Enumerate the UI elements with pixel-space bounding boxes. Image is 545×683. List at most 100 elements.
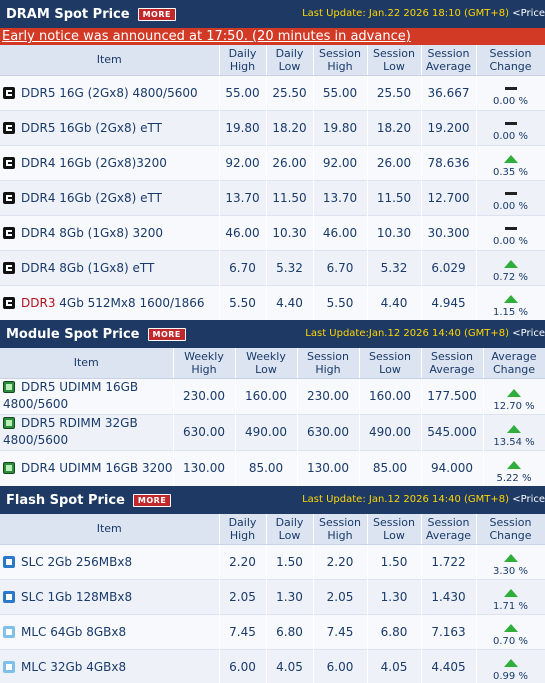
item-name[interactable]: DDR4 16Gb (2Gx8)3200 [21,156,167,170]
change-indicator: 1.71 % [477,580,545,613]
flash-table-row[interactable]: MLC 32Gb 4GBx8 6.00 4.05 6.00 4.05 4.405 0.99 … [0,648,545,683]
dram-table-row[interactable]: DDR4 8Gb (1Gx8) 3200 46.00 10.30 46.00 10.30… [0,214,545,250]
item-cell[interactable]: SLC 1Gb 128MBx8 [0,578,220,614]
module-last-update: Last Update:Jan.12 2026 14:40 (GMT+8) <P… [305,328,545,339]
change-value: 1.15 % [493,307,528,319]
up-arrow-icon [503,155,518,163]
dram-table-row[interactable]: DDR5 16G (2Gx8) 4800/5600 55.00 25.50 55.00… [0,74,545,110]
module-price-link[interactable]: <Price [512,328,545,339]
flash-more-button[interactable]: MORE [132,493,172,507]
item-cell[interactable]: DDR4 8Gb (1Gx8) eTT [0,249,220,285]
value-cell: 19.200 [421,109,477,145]
value-cell: 92.00 [219,144,267,180]
dram-table-row[interactable]: DDR5 16Gb (2Gx8) eTT 19.80 18.20 19.80 18.20… [0,109,545,145]
item-label: DDR4 16Gb (2Gx8)3200 [21,155,167,170]
value-cell: 4.40 [266,284,314,320]
value-cell: 4.05 [266,648,314,683]
value-cell: 230.00 [297,377,360,414]
value-cell: 1.722 [421,543,477,579]
item-cell[interactable]: SLC 2Gb 256MBx8 [0,543,220,579]
item-cell[interactable]: MLC 64Gb 8GBx8 [0,613,220,649]
item-name[interactable]: DDR4 8Gb (1Gx8) 3200 [21,226,163,240]
change-indicator: 0.00 % [477,181,545,214]
module-table-row[interactable]: DDR4 UDIMM 16GB 3200 130.00 85.00 130.00 85.… [0,449,545,486]
item-name[interactable]: MLC 64Gb 8GBx8 [21,625,126,639]
item-name[interactable]: DDR5 16G (2Gx8) 4800/5600 [21,86,198,100]
value-cell: 10.30 [266,214,314,250]
early-notice-link[interactable]: Early notice was announced at 17:50. (20… [0,28,545,45]
up-arrow-icon [503,295,518,304]
value-cell: 25.50 [266,74,314,110]
value-cell: 1.30 [266,578,314,614]
value-cell: 6.00 [313,648,368,683]
flash-table-row[interactable]: SLC 2Gb 256MBx8 2.20 1.50 2.20 1.50 1.722 3.30… [0,543,545,579]
change-cell: 0.00 % [476,109,545,145]
dram-more-button[interactable]: MORE [137,7,176,21]
item-name[interactable]: DDR5 UDIMM 16GB 4800/5600 [3,380,138,411]
value-cell: 55.00 [313,74,368,110]
item-cell[interactable]: DDR4 UDIMM 16GB 3200 [0,449,174,486]
item-name[interactable]: DDR5 16Gb (2Gx8) eTT [21,121,162,135]
change-indicator: 0.35 % [477,146,545,179]
item-label: DDR4 16Gb (2Gx8) eTT [21,190,162,205]
module-table-row[interactable]: DDR5 UDIMM 16GB 4800/5600 230.00 160.00 230… [0,377,545,414]
col-header: Session High [297,348,360,379]
value-cell: 46.00 [313,214,368,250]
dram-table-row[interactable]: DDR3 4Gb 512Mx8 1600/1866 5.50 4.40 5.50 4.4… [0,284,545,320]
value-cell: 25.50 [367,74,422,110]
value-cell: 2.20 [219,543,267,579]
module-more-button[interactable]: MORE [147,327,186,341]
item-cell[interactable]: DDR5 16G (2Gx8) 4800/5600 [0,74,220,110]
item-name[interactable]: DDR4 16Gb (2Gx8) eTT [21,191,162,205]
item-name[interactable]: DDR4 8Gb (1Gx8) eTT [21,261,154,275]
col-header: Session Low [367,514,422,545]
dram-table-row[interactable]: DDR4 16Gb (2Gx8)3200 92.00 26.00 92.00 26.00… [0,144,545,180]
item-label: DDR4 8Gb (1Gx8) 3200 [21,225,164,240]
item-name[interactable]: SLC 2Gb 256MBx8 [21,555,132,569]
item-name[interactable]: DDR4 UDIMM 16GB 3200 [21,461,172,475]
item-name[interactable]: SLC 1Gb 128MBx8 [21,590,132,604]
up-arrow-icon [507,388,521,397]
item-cell[interactable]: MLC 32Gb 4GBx8 [0,648,220,683]
dram-price-link[interactable]: <Price [512,8,545,19]
item-label: SLC 1Gb 128MBx8 [21,589,133,604]
change-indicator: 13.54 % [484,415,545,449]
change-value: 0.00 % [493,130,528,142]
dram-table-row[interactable]: DDR4 16Gb (2Gx8) eTT 13.70 11.50 13.70 11.50… [0,179,545,215]
change-cell: 0.70 % [476,613,545,649]
flash-table-row[interactable]: SLC 1Gb 128MBx8 2.05 1.30 2.05 1.30 1.430 1.71… [0,578,545,614]
up-arrow-icon [507,460,521,469]
item-cell[interactable]: DDR4 16Gb (2Gx8) eTT [0,179,220,215]
item-cell[interactable]: DDR4 8Gb (1Gx8) 3200 [0,214,220,250]
value-cell: 92.00 [313,144,368,180]
change-cell: 0.72 % [476,249,545,285]
item-cell[interactable]: DDR3 4Gb 512Mx8 1600/1866 [0,284,220,320]
item-cell[interactable]: DDR5 UDIMM 16GB 4800/5600 [0,377,174,414]
change-cell: 1.71 % [476,578,545,614]
item-name[interactable]: MLC 32Gb 4GBx8 [21,660,126,674]
value-cell: 490.00 [235,413,298,450]
value-cell: 130.00 [297,449,360,486]
flash-last-update: Last Update: Jan.12 2026 14:40 (GMT+8) <… [302,494,545,505]
value-cell: 78.636 [421,144,477,180]
change-value: 5.22 % [496,472,532,484]
dram-table-row[interactable]: DDR4 8Gb (1Gx8) eTT 6.70 5.32 6.70 5.32 6.029… [0,249,545,285]
item-name[interactable]: DDR5 RDIMM 32GB 4800/5600 [3,416,138,447]
value-cell: 4.405 [421,648,477,683]
flash-table-row[interactable]: MLC 64Gb 8GBx8 7.45 6.80 7.45 6.80 7.163 0.70 … [0,613,545,649]
item-cell[interactable]: DDR5 RDIMM 32GB 4800/5600 [0,413,174,450]
module-table-row[interactable]: DDR5 RDIMM 32GB 4800/5600 630.00 490.00 630… [0,413,545,450]
flash-section-header: Flash Spot Price MORE Last Update: Jan.1… [0,486,545,514]
change-cell: 1.15 % [476,284,545,320]
item-name[interactable]: DDR3 4Gb 512Mx8 1600/1866 [21,296,205,310]
value-cell: 13.70 [219,179,267,215]
dram-section-title: DRAM Spot Price [6,6,130,22]
col-header: Session High [313,45,368,76]
value-cell: 630.00 [297,413,360,450]
item-cell[interactable]: DDR4 16Gb (2Gx8)3200 [0,144,220,180]
item-cell[interactable]: DDR5 16Gb (2Gx8) eTT [0,109,220,145]
up-arrow-icon [503,624,518,632]
change-value: 0.70 % [493,636,528,647]
flash-price-link[interactable]: <Price [512,494,545,505]
flash-header-row: Item Daily High Daily Low Session High S… [0,514,545,545]
